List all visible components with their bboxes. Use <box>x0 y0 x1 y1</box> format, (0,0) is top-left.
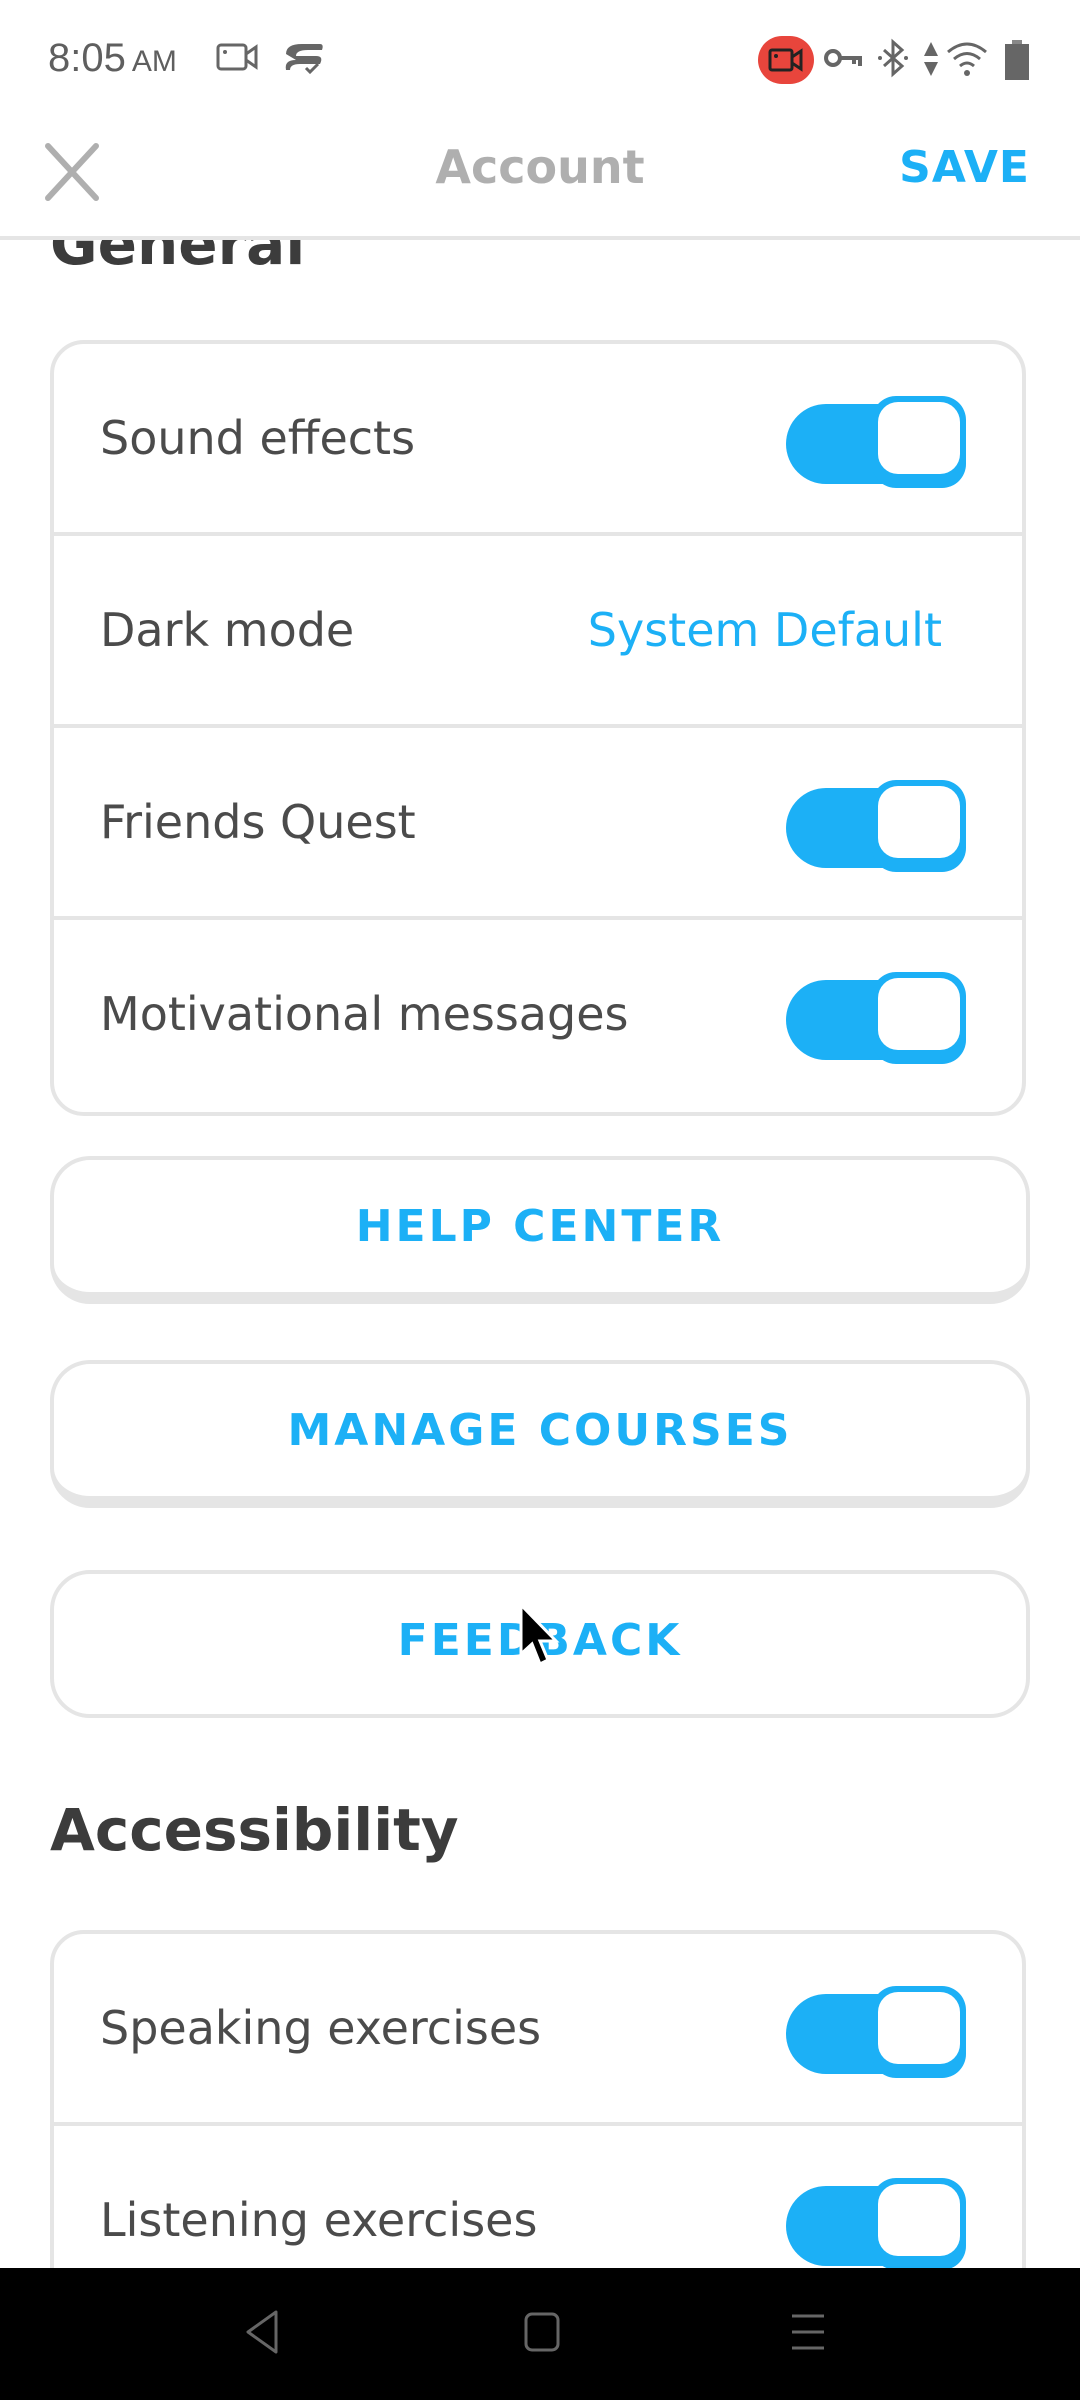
toggle-knob <box>872 1986 966 2078</box>
setting-row-friends-quest[interactable]: Friends Quest <box>54 728 1022 920</box>
motivational-messages-toggle[interactable] <box>786 972 966 1064</box>
setting-row-speaking-exercises[interactable]: Speaking exercises <box>54 1934 1022 2126</box>
setting-row-listening-exercises[interactable]: Listening exercises <box>54 2126 1022 2268</box>
setting-label: Friends Quest <box>100 795 416 849</box>
sound-effects-toggle[interactable] <box>786 396 966 488</box>
status-bar: 8:05 AM <box>0 0 1080 120</box>
back-icon[interactable] <box>242 2308 282 2360</box>
navigation-bar <box>0 2268 1080 2400</box>
general-settings-card: Sound effects Dark mode System Default F… <box>50 340 1026 1116</box>
section-title-accessibility: Accessibility <box>50 1796 459 1864</box>
setting-label: Speaking exercises <box>100 2001 542 2055</box>
toggle-knob <box>872 972 966 1064</box>
toggle-knob <box>872 2178 966 2268</box>
screen-record-icon <box>216 42 258 72</box>
settings-content[interactable]: General Sound effects Dark mode System D… <box>0 240 1080 2268</box>
listening-exercises-toggle[interactable] <box>786 2178 966 2268</box>
accessibility-settings-card: Speaking exercises Listening exercises <box>50 1930 1026 2268</box>
home-icon[interactable] <box>522 2308 562 2360</box>
setting-row-motivational-messages[interactable]: Motivational messages <box>54 920 1022 1112</box>
dark-mode-value[interactable]: System Default <box>588 536 942 724</box>
time-text: 8:05 <box>48 36 126 80</box>
manage-courses-button[interactable]: MANAGE COURSES <box>50 1360 1030 1508</box>
friends-quest-toggle[interactable] <box>786 780 966 872</box>
status-time: 8:05 AM <box>48 36 177 81</box>
mouse-cursor-icon <box>518 1601 562 1672</box>
top-bar: Account SAVE <box>0 120 1080 240</box>
data-arrows-icon <box>922 40 940 78</box>
setting-label: Listening exercises <box>100 2193 538 2247</box>
save-button[interactable]: SAVE <box>899 142 1030 193</box>
setting-row-sound-effects[interactable]: Sound effects <box>54 344 1022 536</box>
battery-icon <box>1004 40 1030 80</box>
wifi-icon <box>946 40 988 78</box>
toggle-knob <box>872 780 966 872</box>
tethering-icon <box>282 40 326 76</box>
setting-label: Sound effects <box>100 411 416 465</box>
speaking-exercises-toggle[interactable] <box>786 1986 966 2078</box>
vpn-key-icon <box>824 46 862 72</box>
setting-label: Dark mode <box>100 603 355 657</box>
setting-label: Motivational messages <box>100 987 629 1041</box>
ampm-text: AM <box>131 45 177 78</box>
bluetooth-icon <box>876 38 910 80</box>
recents-icon[interactable] <box>788 2308 828 2360</box>
recording-active-icon <box>758 36 814 84</box>
toggle-knob <box>872 396 966 488</box>
section-title-general: General <box>50 240 306 278</box>
help-center-button[interactable]: HELP CENTER <box>50 1156 1030 1304</box>
setting-row-dark-mode[interactable]: Dark mode System Default <box>54 536 1022 728</box>
